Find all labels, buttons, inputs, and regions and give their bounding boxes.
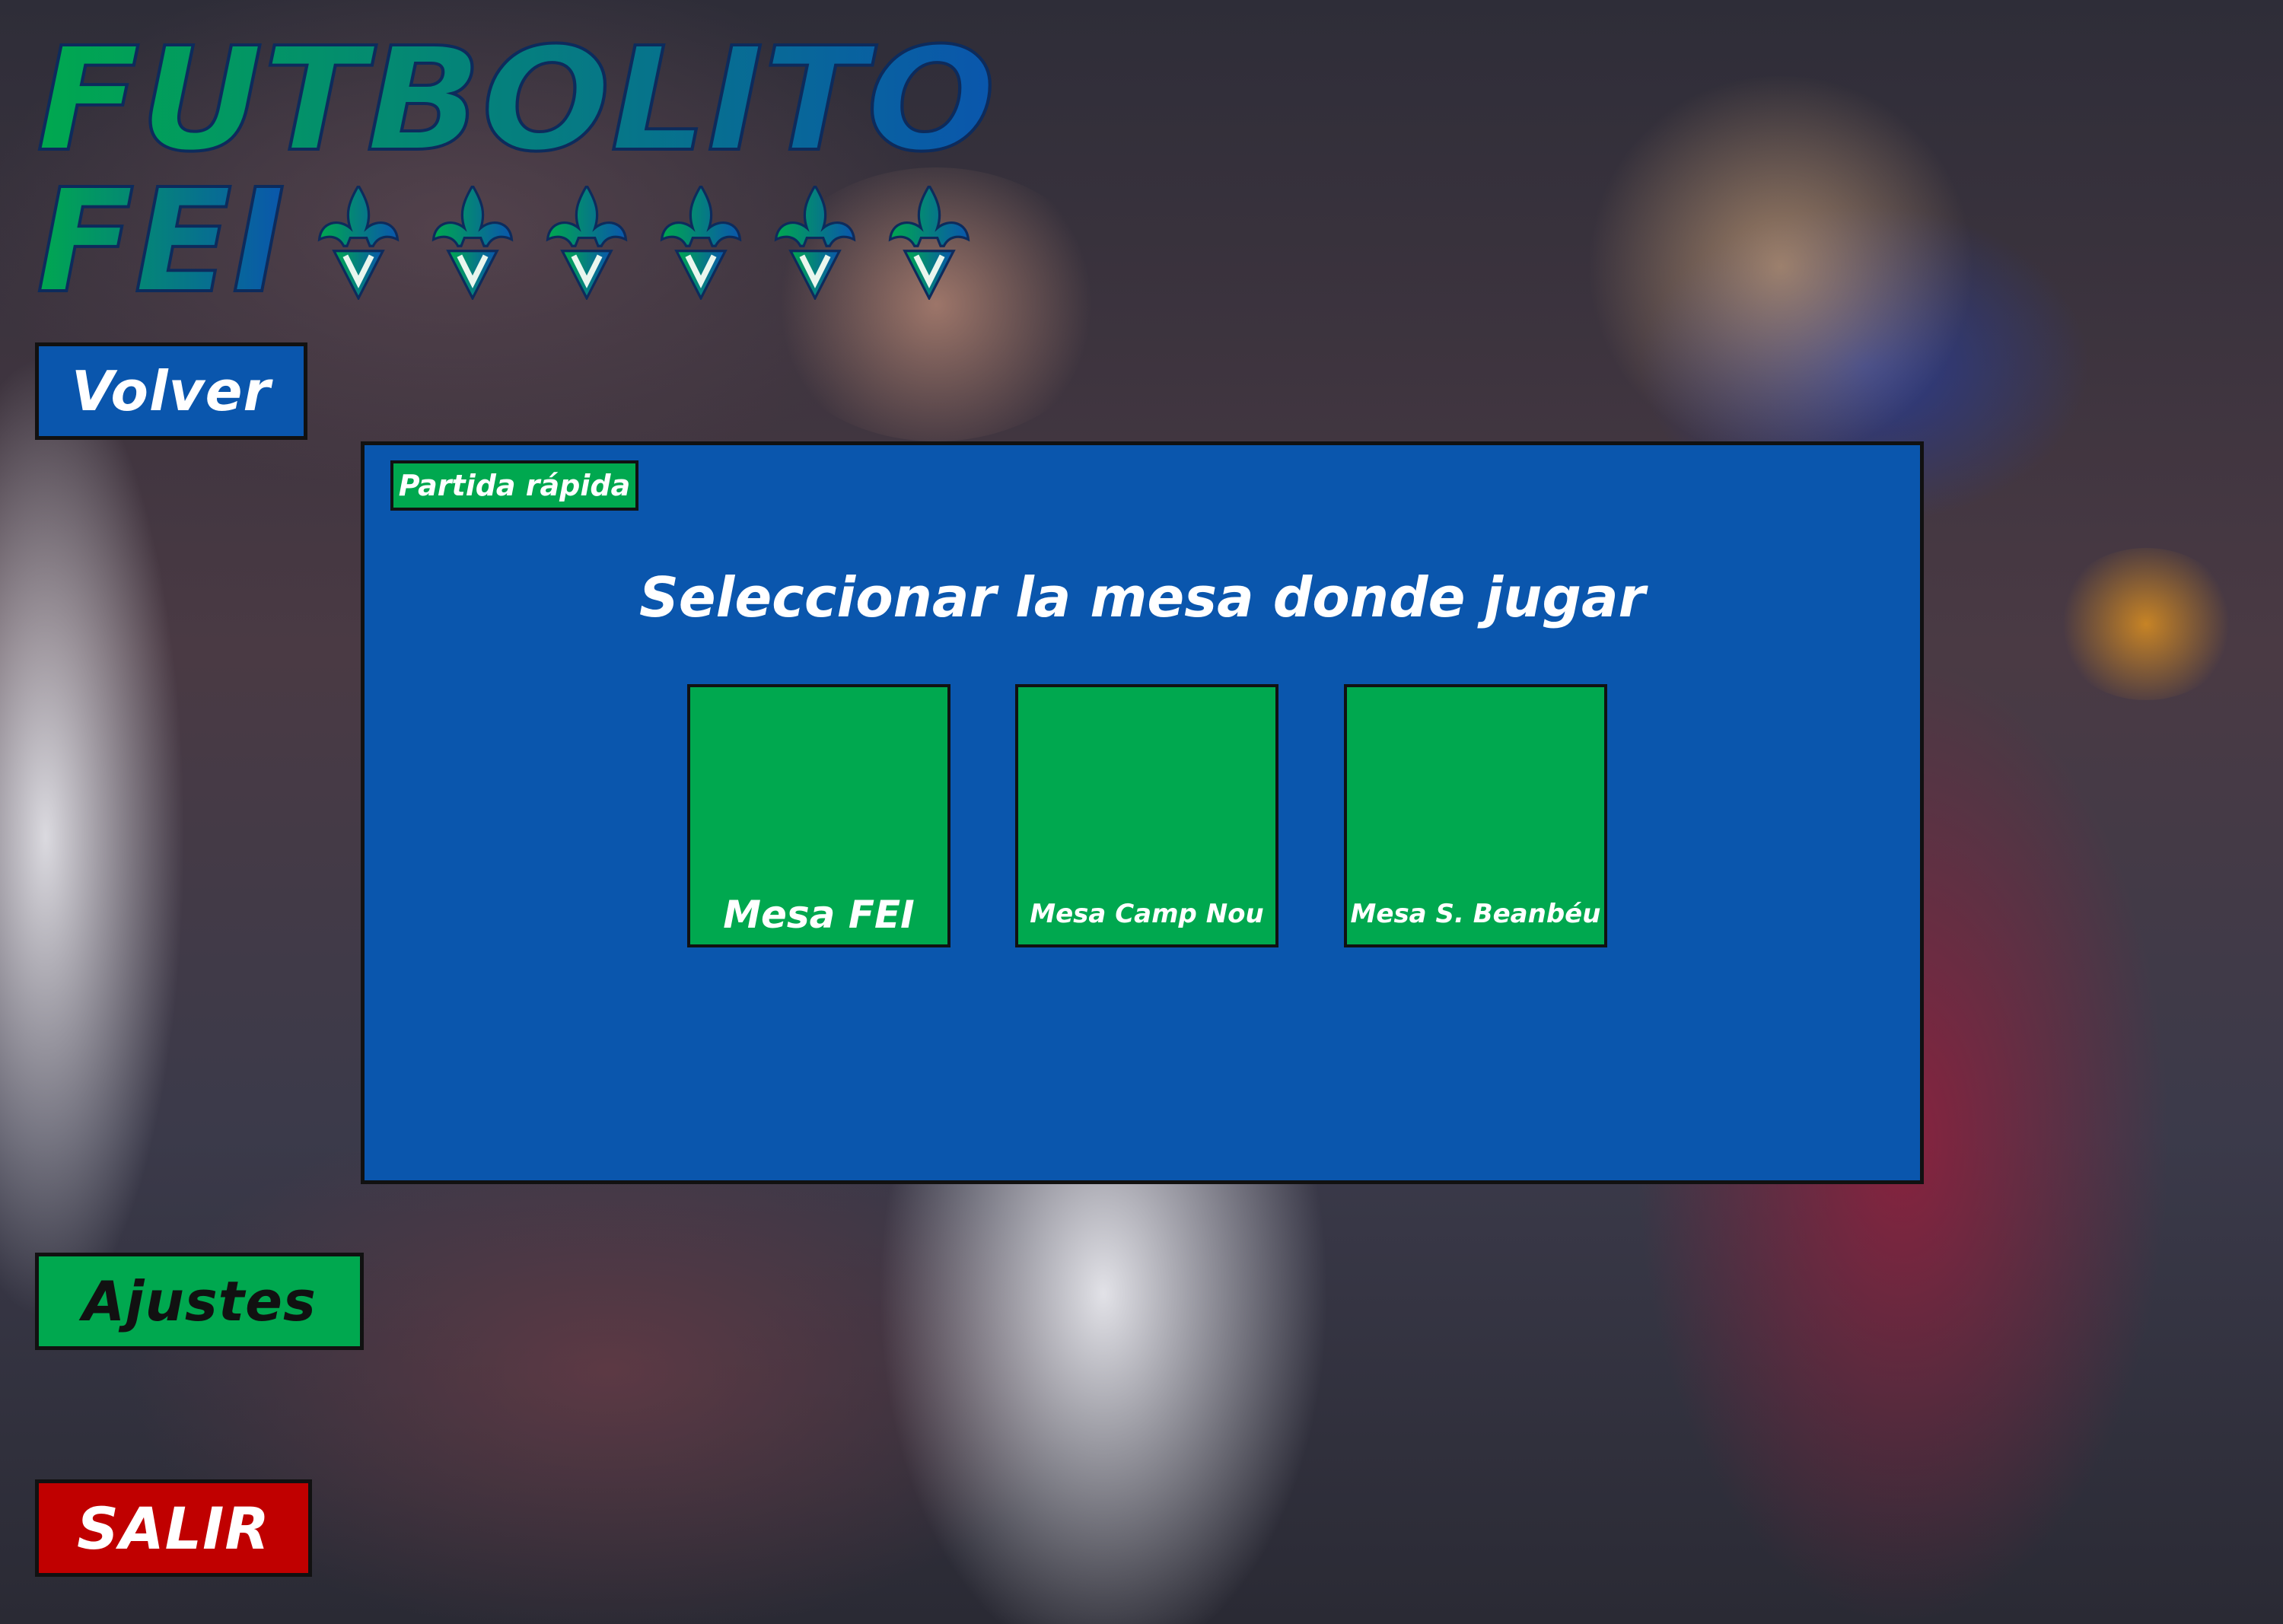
ajustes-label: Ajustes (82, 1269, 317, 1333)
ajustes-button[interactable]: Ajustes (35, 1253, 364, 1350)
mesa-label: Mesa FEI (723, 893, 915, 937)
mode-tag-label: Partida rápida (398, 469, 631, 502)
volver-button[interactable]: Volver (35, 342, 307, 440)
mode-tag: Partida rápida (390, 460, 638, 511)
mesa-option-fei[interactable]: Mesa FEI (687, 684, 950, 947)
fleur-de-lis-v-icon (320, 186, 969, 298)
salir-button[interactable]: SALIR (35, 1479, 312, 1577)
player-right-silhouette (1583, 76, 1979, 457)
mesa-label: Mesa S. Beanbéu (1350, 899, 1601, 929)
mesa-option-beanbeu[interactable]: Mesa S. Beanbéu (1344, 684, 1607, 947)
mesa-selection-panel: Partida rápida Seleccionar la mesa donde… (361, 441, 1924, 1184)
panel-title: Seleccionar la mesa donde jugar (638, 565, 1646, 629)
volver-label: Volver (72, 359, 271, 423)
game-logo: FUTBOLITO FEI (37, 35, 995, 309)
mesa-label: Mesa Camp Nou (1030, 899, 1264, 929)
salir-label: SALIR (77, 1494, 270, 1562)
logo-line-2: FEI (37, 158, 285, 309)
mesa-option-camp-nou[interactable]: Mesa Camp Nou (1015, 684, 1278, 947)
armband (2055, 548, 2237, 700)
